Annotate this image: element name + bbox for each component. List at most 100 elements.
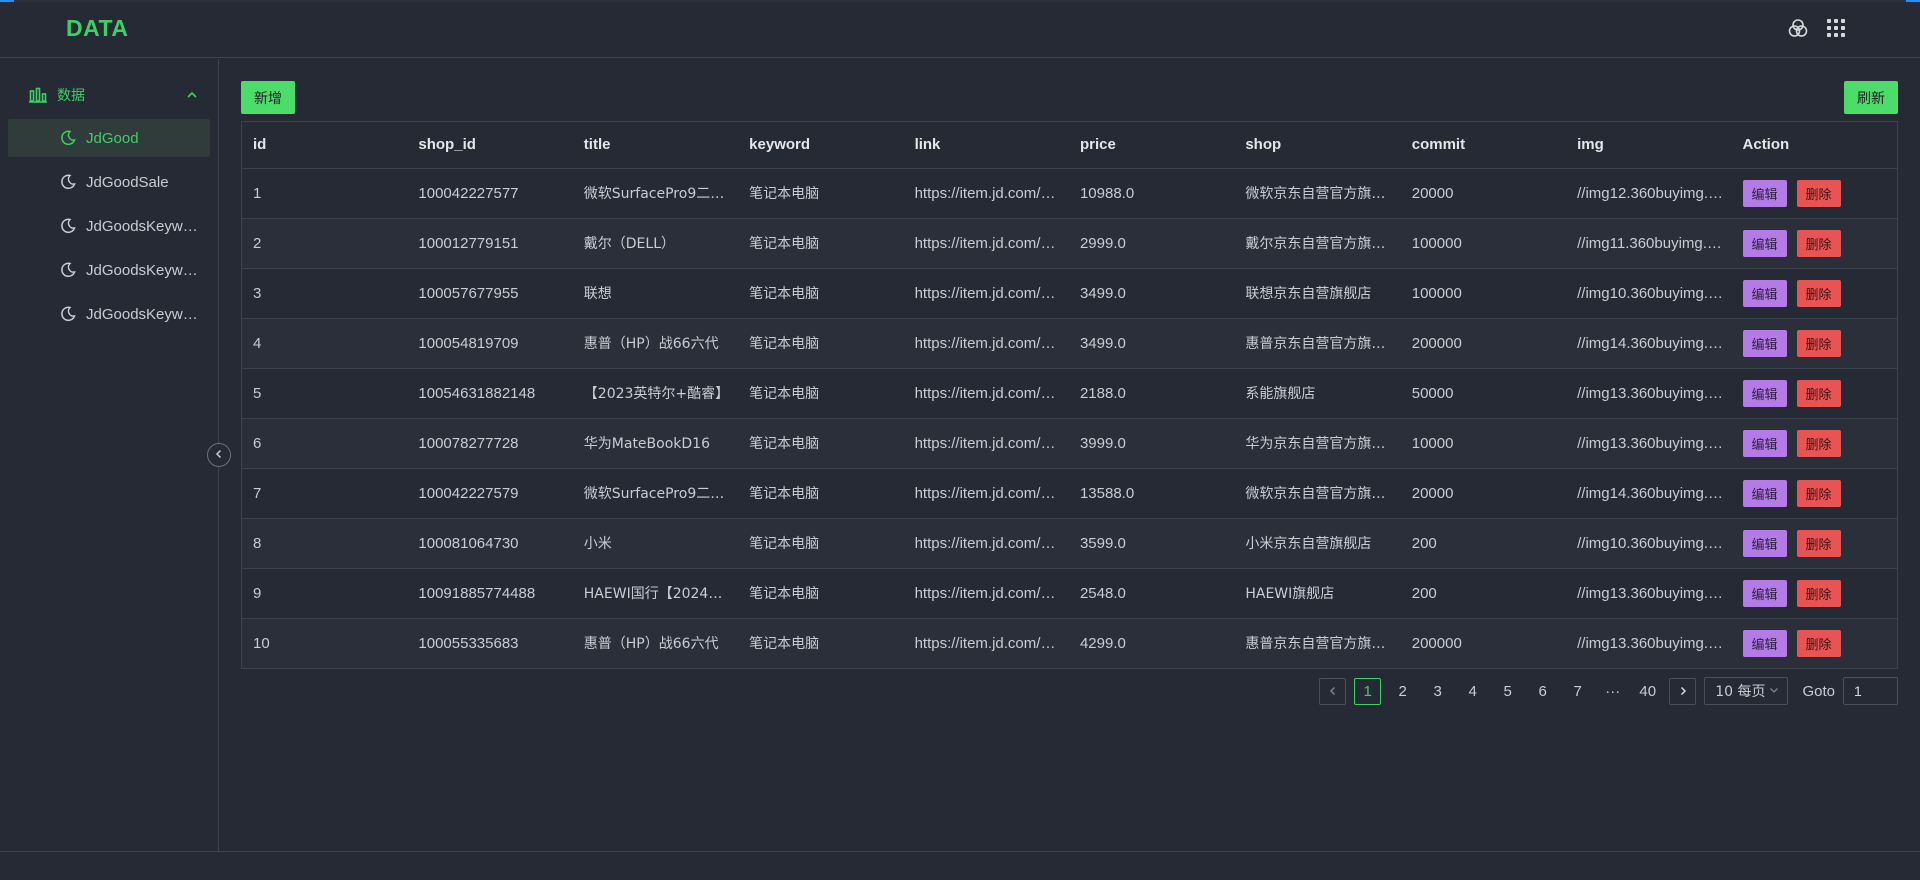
refresh-button[interactable]: 刷新 <box>1844 81 1898 114</box>
cell-shop: 微软京东自营官方旗舰店 <box>1234 468 1401 519</box>
cell-title: 联想 <box>572 268 739 319</box>
cell-commit: 100000 <box>1400 268 1567 319</box>
sidebar-group-data[interactable]: 数据 <box>0 71 218 119</box>
cell-price: 2188.0 <box>1068 368 1235 419</box>
edit-button[interactable]: 编辑 <box>1742 579 1787 607</box>
page-40[interactable]: 40 <box>1634 678 1661 705</box>
cell-action: 编辑 删除 <box>1731 168 1897 219</box>
cell-keyword: 笔记本电脑 <box>738 568 904 619</box>
page-size-select[interactable]: 10 每页 <box>1704 677 1789 705</box>
theme-icon[interactable] <box>1786 16 1810 40</box>
delete-button[interactable]: 删除 <box>1796 379 1841 407</box>
page-6[interactable]: 6 <box>1529 678 1556 705</box>
cell-id: 7 <box>242 468 408 519</box>
sidebar-item-label: JdGoodsKeyword <box>86 217 198 235</box>
moon-icon <box>60 306 76 326</box>
cell-keyword: 笔记本电脑 <box>738 468 904 519</box>
table-row: 8 100081064730 小米 笔记本电脑 https://item.jd.com/… <box>242 518 1897 569</box>
page-ellipsis[interactable]: ··· <box>1599 678 1626 705</box>
cell-commit: 10000 <box>1400 418 1567 469</box>
cell-price: 4299.0 <box>1068 618 1235 668</box>
cell-price: 10988.0 <box>1068 168 1235 219</box>
cell-action: 编辑 删除 <box>1731 218 1897 269</box>
table-row: 7100042227579微软SurfacePro9二合一平板笔记本电脑http… <box>242 468 1897 519</box>
table-row: 3 100057677955 联想 笔记本电脑 https://item.jd.com/… <box>242 268 1897 319</box>
delete-button[interactable]: 删除 <box>1796 179 1841 207</box>
add-button[interactable]: 新增 <box>241 81 295 114</box>
table-row: 10 100055335683 惠普（HP）战66六代 笔记本电脑 https://it… <box>242 618 1897 668</box>
column-header-id: id <box>242 122 408 169</box>
cell-commit: 200000 <box>1400 618 1567 668</box>
cell-commit: 20000 <box>1400 168 1567 219</box>
cell-action: 编辑 删除 <box>1731 368 1897 419</box>
sidebar-item-jdgoodsale[interactable]: JdGoodSale <box>8 163 210 201</box>
cell-shop: 惠普京东自营官方旗舰店 <box>1234 318 1401 369</box>
delete-button[interactable]: 删除 <box>1796 429 1841 457</box>
cell-id: 5 <box>242 368 408 419</box>
delete-button[interactable]: 删除 <box>1796 279 1841 307</box>
cell-img: //img12.360buyimg.com/n7 <box>1566 168 1732 219</box>
cell-id: 4 <box>242 318 408 369</box>
column-header-price: price <box>1068 122 1235 169</box>
delete-button[interactable]: 删除 <box>1796 629 1841 657</box>
cell-id: 1 <box>242 168 408 219</box>
sidebar-item-jdgoodskeyword-3[interactable]: JdGoodsKeyword <box>8 295 210 333</box>
moon-icon <box>60 218 76 238</box>
cell-shop-id: 100042227577 <box>407 168 573 219</box>
edit-button[interactable]: 编辑 <box>1742 179 1787 207</box>
next-page-button[interactable] <box>1669 677 1697 705</box>
table-row: 5 10054631882148 【2023英特尔+酷睿】 笔记本电脑 https://… <box>242 368 1897 419</box>
sidebar-item-jdgood[interactable]: JdGood <box>8 119 210 157</box>
edit-button[interactable]: 编辑 <box>1742 329 1787 357</box>
cell-action: 编辑 删除 <box>1731 318 1897 369</box>
cell-action: 编辑 删除 <box>1731 268 1897 319</box>
cell-img: //img14.360buyimg.com/n7 <box>1566 468 1732 519</box>
page-number-list: 1 2 3 4 5 6 7 ··· 40 <box>1354 677 1661 705</box>
prev-page-button[interactable] <box>1319 677 1347 705</box>
edit-button[interactable]: 编辑 <box>1742 279 1787 307</box>
page-4[interactable]: 4 <box>1459 678 1486 705</box>
goto-label: Goto <box>1802 682 1835 700</box>
cell-keyword: 笔记本电脑 <box>738 618 904 668</box>
cell-shop: 戴尔京东自营官方旗舰店 <box>1234 218 1401 269</box>
edit-button[interactable]: 编辑 <box>1742 379 1787 407</box>
delete-button[interactable]: 删除 <box>1796 579 1841 607</box>
cell-title: 惠普（HP）战66六代 <box>572 318 739 369</box>
page-1[interactable]: 1 <box>1354 677 1382 705</box>
column-header-title: title <box>572 122 739 169</box>
cell-keyword: 笔记本电脑 <box>738 518 904 569</box>
cell-price: 3999.0 <box>1068 418 1235 469</box>
cell-link: https://item.jd.com/100042227577.html <box>903 168 1069 219</box>
app-logo[interactable]: DATA <box>66 15 128 42</box>
edit-button[interactable]: 编辑 <box>1742 429 1787 457</box>
delete-button[interactable]: 删除 <box>1796 479 1841 507</box>
delete-button[interactable]: 删除 <box>1796 229 1841 257</box>
cell-action: 编辑 删除 <box>1731 418 1897 469</box>
sidebar-item-jdgoodskeyword-2[interactable]: JdGoodsKeyword <box>8 251 210 289</box>
cell-img: //img10.360buyimg.com/n7 <box>1566 518 1732 569</box>
chevron-up-icon <box>186 88 198 105</box>
cell-shop-id: 10091885774488 <box>407 568 573 619</box>
edit-button[interactable]: 编辑 <box>1742 229 1787 257</box>
cell-action: 编辑 删除 <box>1731 568 1897 619</box>
sidebar-item-jdgoodskeyword-1[interactable]: JdGoodsKeyword <box>8 207 210 245</box>
column-header-img: img <box>1566 122 1732 169</box>
edit-button[interactable]: 编辑 <box>1742 529 1787 557</box>
sidebar-collapse-button[interactable] <box>207 443 231 467</box>
edit-button[interactable]: 编辑 <box>1742 629 1787 657</box>
delete-button[interactable]: 删除 <box>1796 529 1841 557</box>
bottom-bar <box>0 851 1920 880</box>
page-2[interactable]: 2 <box>1389 678 1416 705</box>
edit-button[interactable]: 编辑 <box>1742 479 1787 507</box>
moon-icon <box>60 130 76 150</box>
page-7[interactable]: 7 <box>1564 678 1591 705</box>
apps-grid-icon[interactable] <box>1824 16 1848 40</box>
page-5[interactable]: 5 <box>1494 678 1521 705</box>
cell-title: 小米 <box>572 518 739 569</box>
table-header-row: id shop_id title keyword link price shop commit… <box>242 122 1897 169</box>
cell-link: https://item.jd.com/10054631882148.html <box>903 368 1069 419</box>
delete-button[interactable]: 删除 <box>1796 329 1841 357</box>
page-3[interactable]: 3 <box>1424 678 1451 705</box>
goto-page-input[interactable] <box>1843 677 1898 705</box>
sidebar-group-label: 数据 <box>57 88 85 104</box>
